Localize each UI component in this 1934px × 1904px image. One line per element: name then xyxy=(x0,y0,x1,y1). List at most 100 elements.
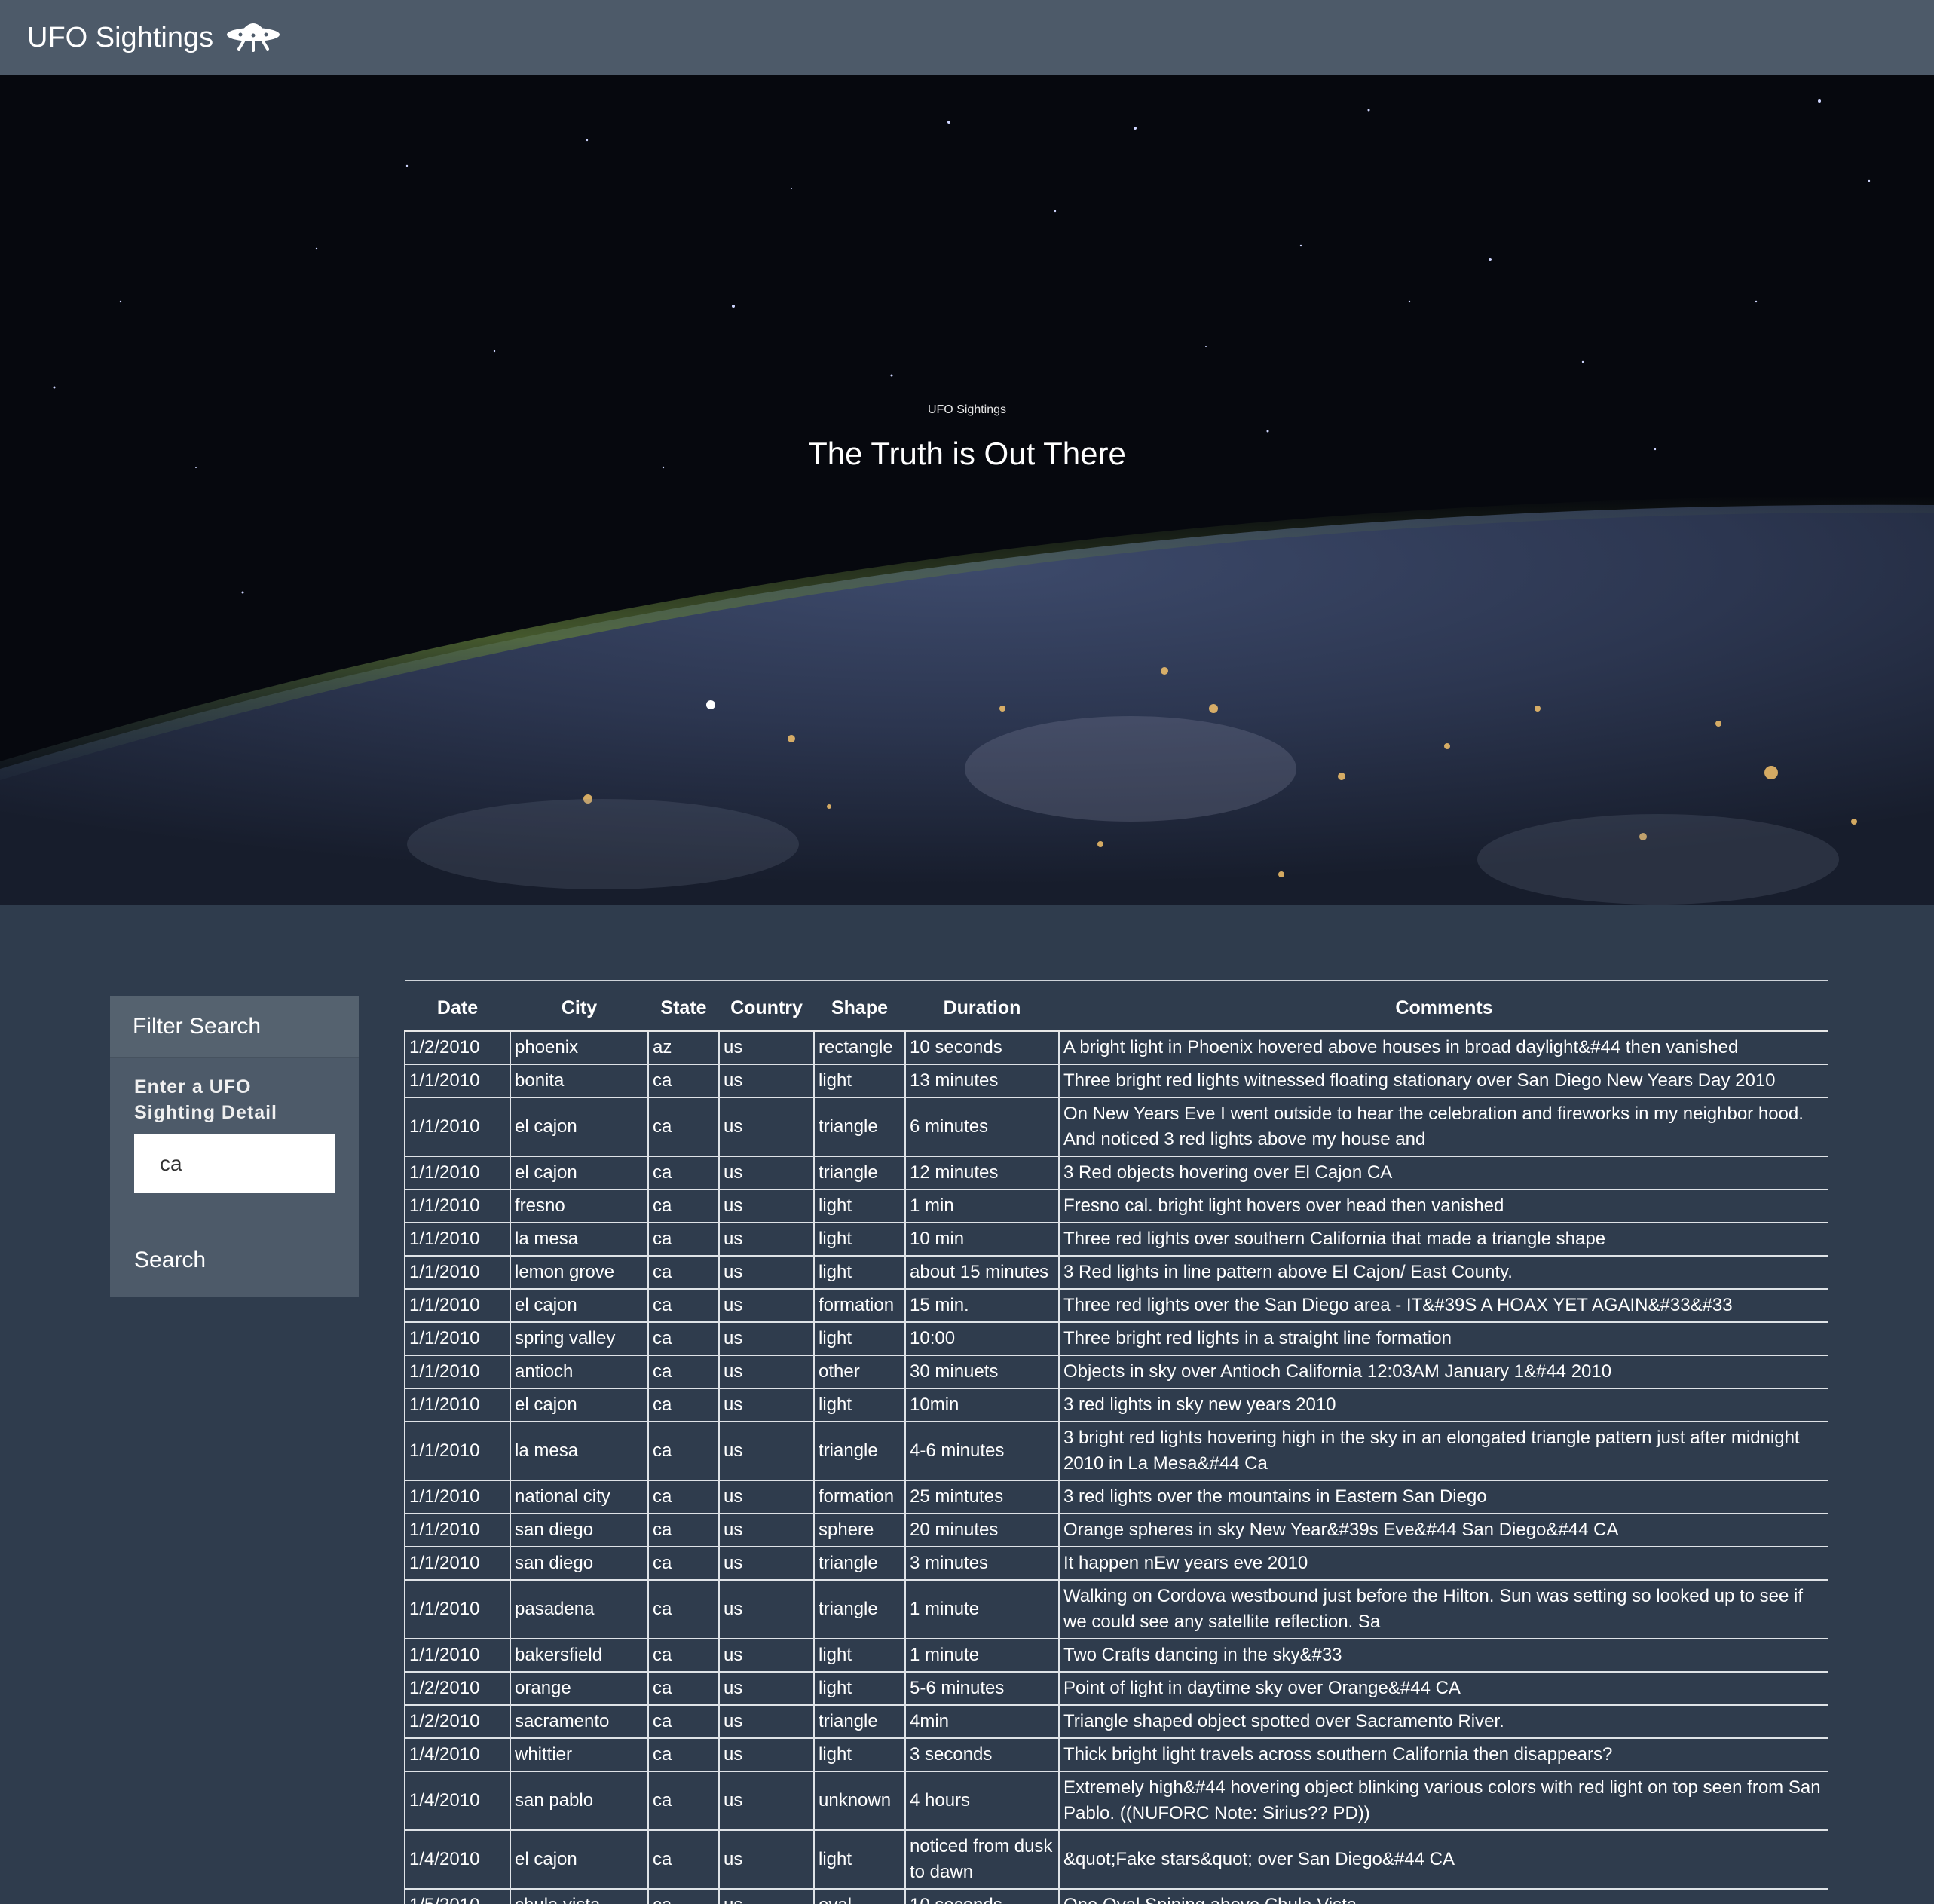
cell-comments: 3 Red objects hovering over El Cajon CA xyxy=(1058,1156,1828,1190)
table-row: 1/4/2010 el cajon ca us light noticed from du… xyxy=(404,1829,1828,1890)
cell-city: el cajon xyxy=(510,1156,649,1190)
cell-duration: 3 minutes xyxy=(904,1546,1060,1581)
cell-state: ca xyxy=(647,1513,720,1547)
table-row: 1/1/2010 spring valley ca us light 10:00 Three… xyxy=(404,1321,1828,1356)
cell-date: 1/2/2010 xyxy=(404,1030,511,1065)
column-header-city: City xyxy=(510,980,648,1032)
cell-duration: about 15 minutes xyxy=(904,1255,1060,1290)
earth-background-image xyxy=(0,75,1934,905)
cell-city: la mesa xyxy=(510,1421,649,1481)
cell-comments: Three bright red lights in a straight li… xyxy=(1058,1321,1828,1356)
cell-shape: triangle xyxy=(813,1421,906,1481)
cell-city: lemon grove xyxy=(510,1255,649,1290)
cell-date: 1/1/2010 xyxy=(404,1097,511,1157)
cell-shape: light xyxy=(813,1829,906,1890)
cell-state: ca xyxy=(647,1222,720,1257)
navbar: UFO Sightings xyxy=(0,0,1934,75)
cell-duration: 10 min xyxy=(904,1222,1060,1257)
cell-state: ca xyxy=(647,1704,720,1739)
cell-city: san pablo xyxy=(510,1771,649,1831)
cell-city: bonita xyxy=(510,1064,649,1098)
cell-state: ca xyxy=(647,1546,720,1581)
cell-duration: 6 minutes xyxy=(904,1097,1060,1157)
cell-country: us xyxy=(718,1355,815,1389)
cell-duration: 3 seconds xyxy=(904,1737,1060,1772)
cell-duration: 1 minute xyxy=(904,1638,1060,1673)
cell-date: 1/2/2010 xyxy=(404,1671,511,1706)
filter-panel: Filter Search Enter a UFO Sighting Detai… xyxy=(110,996,359,1297)
cell-country: us xyxy=(718,1222,815,1257)
cell-state: ca xyxy=(647,1771,720,1831)
cell-state: ca xyxy=(647,1388,720,1422)
cell-shape: oval xyxy=(813,1888,906,1904)
cell-date: 1/2/2010 xyxy=(404,1704,511,1739)
cell-country: us xyxy=(718,1546,815,1581)
table-row: 1/5/2010chula vistacausoval10 secondsOne… xyxy=(404,1888,1828,1904)
cell-shape: light xyxy=(813,1671,906,1706)
cell-city: sacramento xyxy=(510,1704,649,1739)
cell-country: us xyxy=(718,1771,815,1831)
cell-duration: 4-6 minutes xyxy=(904,1421,1060,1481)
cell-state: ca xyxy=(647,1097,720,1157)
cell-duration: 10min xyxy=(904,1388,1060,1422)
cell-duration: 4min xyxy=(904,1704,1060,1739)
cell-date: 1/1/2010 xyxy=(404,1513,511,1547)
cell-state: ca xyxy=(647,1638,720,1673)
cell-state: az xyxy=(647,1030,720,1065)
search-button[interactable]: Search xyxy=(134,1247,206,1273)
cell-country: us xyxy=(718,1321,815,1356)
cell-duration: 1 min xyxy=(904,1189,1060,1223)
sighting-detail-input[interactable] xyxy=(134,1134,335,1193)
cell-shape: light xyxy=(813,1321,906,1356)
cell-duration: 15 min. xyxy=(904,1288,1060,1323)
header-row: Date City State Country Shape Duration C… xyxy=(405,980,1828,1032)
cell-comments: Orange spheres in sky New Year&#39s Eve&… xyxy=(1058,1513,1828,1547)
cell-comments: Walking on Cordova westbound just before… xyxy=(1058,1579,1828,1639)
cell-country: us xyxy=(718,1480,815,1514)
cell-comments: On New Years Eve I went outside to hear … xyxy=(1058,1097,1828,1157)
cell-city: san diego xyxy=(510,1546,649,1581)
cell-comments: 3 red lights in sky new years 2010 xyxy=(1058,1388,1828,1422)
table-body: 1/2/2010 phoenix az us rectangle 10 seconds A … xyxy=(404,1030,1828,1904)
cell-comments: One Oval Spining above Chula Vista xyxy=(1058,1888,1828,1904)
cell-duration: 1 minute xyxy=(904,1579,1060,1639)
cell-state: ca xyxy=(647,1288,720,1323)
table-row: 1/1/2010 el cajon ca us light 10min 3 red ligh… xyxy=(404,1388,1828,1422)
column-header-duration: Duration xyxy=(905,980,1059,1032)
cell-city: antioch xyxy=(510,1355,649,1389)
cell-country: us xyxy=(718,1255,815,1290)
cell-shape: rectangle xyxy=(813,1030,906,1065)
cell-country: us xyxy=(718,1513,815,1547)
cell-duration: 20 minutes xyxy=(904,1513,1060,1547)
cell-comments: Two Crafts dancing in the sky&#33 xyxy=(1058,1638,1828,1673)
table-row: 1/2/2010 orange ca us light 5-6 minutes Point … xyxy=(404,1671,1828,1706)
sightings-table: Date City State Country Shape Duration C… xyxy=(404,980,1828,1904)
cell-shape: light xyxy=(813,1737,906,1772)
cell-country: us xyxy=(718,1388,815,1422)
cell-comments: Fresno cal. bright light hovers over hea… xyxy=(1058,1189,1828,1223)
cell-city: el cajon xyxy=(510,1097,649,1157)
cell-shape: other xyxy=(813,1355,906,1389)
cell-date: 1/4/2010 xyxy=(404,1829,511,1890)
brand-link[interactable]: UFO Sightings xyxy=(27,14,281,61)
column-header-state: State xyxy=(648,980,719,1032)
cell-city: el cajon xyxy=(510,1288,649,1323)
cell-date: 1/4/2010 xyxy=(404,1737,511,1772)
table-row: 1/1/2010 pasadena ca us triangle 1 minute Walk… xyxy=(404,1579,1828,1639)
cell-state: ca xyxy=(647,1421,720,1481)
cell-comments: A bright light in Phoenix hovered above … xyxy=(1058,1030,1828,1065)
cell-shape: triangle xyxy=(813,1156,906,1190)
cell-comments: 3 bright red lights hovering high in the… xyxy=(1058,1421,1828,1481)
filter-label: Enter a UFO Sighting Detail xyxy=(134,1076,277,1123)
cell-state: ca xyxy=(647,1255,720,1290)
column-header-comments: Comments xyxy=(1059,980,1828,1032)
cell-country: us xyxy=(718,1638,815,1673)
cell-city: orange xyxy=(510,1671,649,1706)
cell-comments: 3 red lights over the mountains in Easte… xyxy=(1058,1480,1828,1514)
cell-duration: 10:00 xyxy=(904,1321,1060,1356)
brand-text: UFO Sightings xyxy=(27,21,214,54)
cell-state: ca xyxy=(647,1671,720,1706)
cell-country: us xyxy=(718,1671,815,1706)
cell-city: el cajon xyxy=(510,1829,649,1890)
cell-shape: light xyxy=(813,1189,906,1223)
